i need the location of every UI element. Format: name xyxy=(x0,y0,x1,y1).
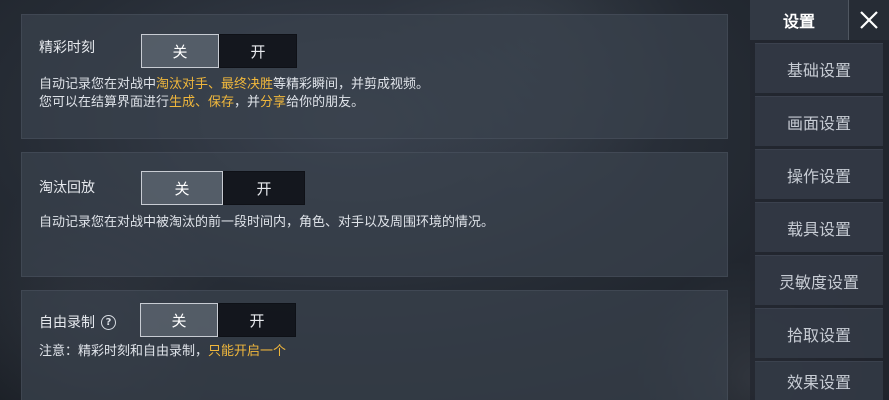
sidebar-item-vehicle[interactable]: 载具设置 xyxy=(755,202,883,252)
highlights-off-button[interactable]: 关 xyxy=(141,34,219,68)
highlights-desc-line2: 您可以在结算界面进行生成、保存，并分享给你的朋友。 xyxy=(39,94,364,112)
sidebar-item-label: 拾取设置 xyxy=(786,325,851,345)
elimination-title: 淘汰回放 xyxy=(39,180,95,196)
sidebar-item-sensitivity[interactable]: 灵敏度设置 xyxy=(755,255,883,305)
elimination-on-label: 开 xyxy=(256,179,272,198)
free-record-off-label: 关 xyxy=(171,311,187,330)
elimination-off-button[interactable]: 关 xyxy=(141,171,223,205)
highlights-off-label: 关 xyxy=(172,42,188,61)
highlights-desc-highlight: 生成、保存 xyxy=(169,95,235,110)
highlights-on-label: 开 xyxy=(250,42,266,61)
free-record-off-button[interactable]: 关 xyxy=(140,303,218,337)
highlights-row: 精彩时刻 xyxy=(39,37,95,57)
free-record-row: 自由录制 ? xyxy=(39,312,116,332)
sidebar-item-controls[interactable]: 操作设置 xyxy=(755,149,883,199)
highlights-desc-text: 您可以在结算界面进行 xyxy=(39,95,170,110)
highlights-desc-text: 自动记录您在对战中 xyxy=(39,77,157,92)
settings-sidebar: 设置 基础设置 画面设置 操作设置 载具设置 灵敏度设置 拾取设置 效果设置 xyxy=(750,0,889,400)
free-record-note-highlight: 只能开启一个 xyxy=(208,344,287,359)
close-button[interactable] xyxy=(848,0,889,40)
free-record-toggle: 关 开 xyxy=(140,303,296,337)
sidebar-item-label: 操作设置 xyxy=(786,166,851,186)
sidebar-item-label: 效果设置 xyxy=(786,373,851,392)
highlights-desc-text: 等精彩瞬间，并剪成视频。 xyxy=(273,77,430,92)
free-record-note-text: 注意：精彩时刻和自由录制， xyxy=(39,344,209,359)
close-icon xyxy=(860,11,878,29)
sidebar-title: 设置 xyxy=(750,0,848,40)
sidebar-item-label: 基础设置 xyxy=(786,60,851,80)
elimination-toggle: 关 开 xyxy=(141,171,305,205)
highlights-toggle: 关 开 xyxy=(141,34,297,68)
sidebar-header: 设置 xyxy=(750,0,889,40)
free-record-note: 注意：精彩时刻和自由录制，只能开启一个 xyxy=(39,343,286,361)
highlights-desc-text: ，并 xyxy=(234,95,261,110)
elimination-on-button[interactable]: 开 xyxy=(223,171,305,205)
highlights-on-button[interactable]: 开 xyxy=(219,34,297,68)
question-circle-icon[interactable]: ? xyxy=(101,314,116,330)
settings-content: 精彩时刻 关 开 自动记录您在对战中淘汰对手、最终决胜等精彩瞬间，并剪成视频。 … xyxy=(0,0,750,400)
free-record-on-label: 开 xyxy=(249,311,265,330)
sidebar-item-label: 灵敏度设置 xyxy=(778,272,859,292)
sidebar-item-label: 载具设置 xyxy=(786,219,851,239)
sidebar-item-pickup[interactable]: 拾取设置 xyxy=(755,308,883,358)
sidebar-item-basic[interactable]: 基础设置 xyxy=(755,43,883,93)
highlights-desc-highlight: 分享 xyxy=(260,95,287,110)
sidebar-item-label: 画面设置 xyxy=(786,113,851,133)
elimination-replay-card: 淘汰回放 关 开 自动记录您在对战中被淘汰的前一段时间内，角色、对手以及周围环境… xyxy=(21,152,728,277)
highlights-desc-line1: 自动记录您在对战中淘汰对手、最终决胜等精彩瞬间，并剪成视频。 xyxy=(39,76,429,94)
elimination-row: 淘汰回放 xyxy=(39,177,95,197)
highlights-title: 精彩时刻 xyxy=(39,40,95,56)
highlights-card: 精彩时刻 关 开 自动记录您在对战中淘汰对手、最终决胜等精彩瞬间，并剪成视频。 … xyxy=(21,14,728,139)
elimination-off-label: 关 xyxy=(174,179,190,198)
free-record-on-button[interactable]: 开 xyxy=(218,303,296,337)
elimination-desc: 自动记录您在对战中被淘汰的前一段时间内，角色、对手以及周围环境的情况。 xyxy=(39,215,495,230)
sidebar-item-graphics[interactable]: 画面设置 xyxy=(755,96,883,146)
highlights-desc-text: 给你的朋友。 xyxy=(286,95,365,110)
sidebar-item-effects[interactable]: 效果设置 xyxy=(755,361,883,400)
free-record-card: 自由录制 ? 关 开 注意：精彩时刻和自由录制，只能开启一个 xyxy=(21,290,728,400)
highlights-desc-highlight: 淘汰对手、最终决胜 xyxy=(156,77,274,92)
free-record-title: 自由录制 xyxy=(39,315,95,331)
